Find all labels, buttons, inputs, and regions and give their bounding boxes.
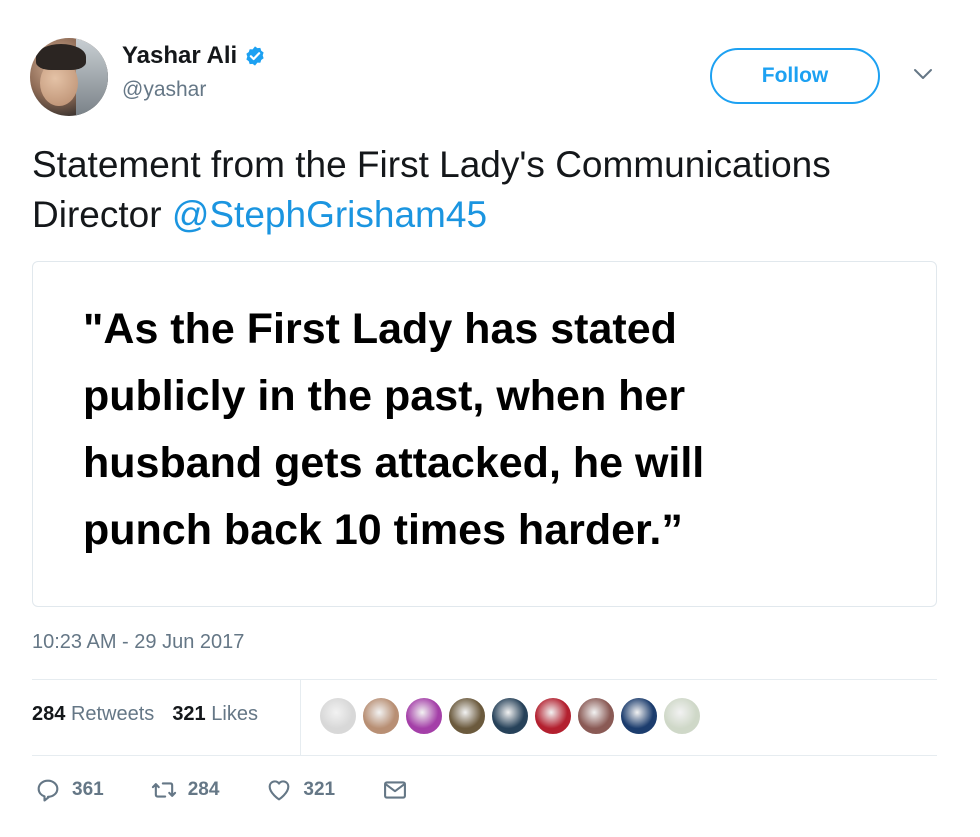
author-handle[interactable]: @yashar xyxy=(122,78,206,102)
author-avatar[interactable] xyxy=(30,38,108,116)
mention-link[interactable]: @StephGrisham45 xyxy=(172,194,487,235)
likes-stat[interactable]: 321 Likes xyxy=(172,703,258,726)
divider xyxy=(32,679,937,680)
reply-icon xyxy=(37,779,59,802)
liker-avatar[interactable] xyxy=(404,696,444,736)
like-button[interactable]: 321 xyxy=(265,776,335,804)
tweet-stats: 284 Retweets 321 Likes xyxy=(32,703,258,726)
reply-count: 361 xyxy=(72,779,104,800)
likers-avatars xyxy=(318,696,702,736)
liker-avatar[interactable] xyxy=(490,696,530,736)
reply-button[interactable]: 361 xyxy=(34,776,104,804)
retweets-label: Retweets xyxy=(70,703,155,725)
liker-avatar[interactable] xyxy=(662,696,702,736)
liker-avatar[interactable] xyxy=(576,696,616,736)
quote-image-text: "As the First Lady has stated publicly i… xyxy=(83,305,705,554)
like-count: 321 xyxy=(303,779,336,800)
verified-badge-icon xyxy=(246,46,264,66)
tweet-actions: 361 284 321 xyxy=(34,776,455,804)
liker-avatar[interactable] xyxy=(318,696,358,736)
retweets-stat[interactable]: 284 Retweets xyxy=(32,703,154,726)
tweet-timestamp[interactable]: 10:23 AM - 29 Jun 2017 xyxy=(32,631,244,654)
author-name-row: Yashar Ali xyxy=(122,42,266,70)
liker-avatar[interactable] xyxy=(447,696,487,736)
avatar-hair xyxy=(36,44,86,70)
retweet-button[interactable]: 284 xyxy=(150,776,220,804)
envelope-icon xyxy=(384,781,407,799)
author-name[interactable]: Yashar Ali xyxy=(122,42,237,70)
likes-label: Likes xyxy=(211,703,258,725)
retweet-count: 284 xyxy=(187,779,220,800)
likes-count: 321 xyxy=(172,703,206,725)
follow-button[interactable]: Follow xyxy=(710,48,880,104)
chevron-down-icon[interactable] xyxy=(912,66,934,82)
direct-message-button[interactable] xyxy=(381,776,409,804)
tweet-media-card[interactable]: "As the First Lady has stated publicly i… xyxy=(32,261,937,607)
retweets-count: 284 xyxy=(32,703,66,725)
tweet-text: Statement from the First Lady's Communic… xyxy=(32,140,952,240)
liker-avatar[interactable] xyxy=(619,696,659,736)
heart-icon xyxy=(269,780,290,801)
retweet-icon xyxy=(151,782,176,798)
liker-avatar[interactable] xyxy=(361,696,401,736)
stats-divider xyxy=(300,680,301,755)
liker-avatar[interactable] xyxy=(533,696,573,736)
divider xyxy=(32,755,937,756)
